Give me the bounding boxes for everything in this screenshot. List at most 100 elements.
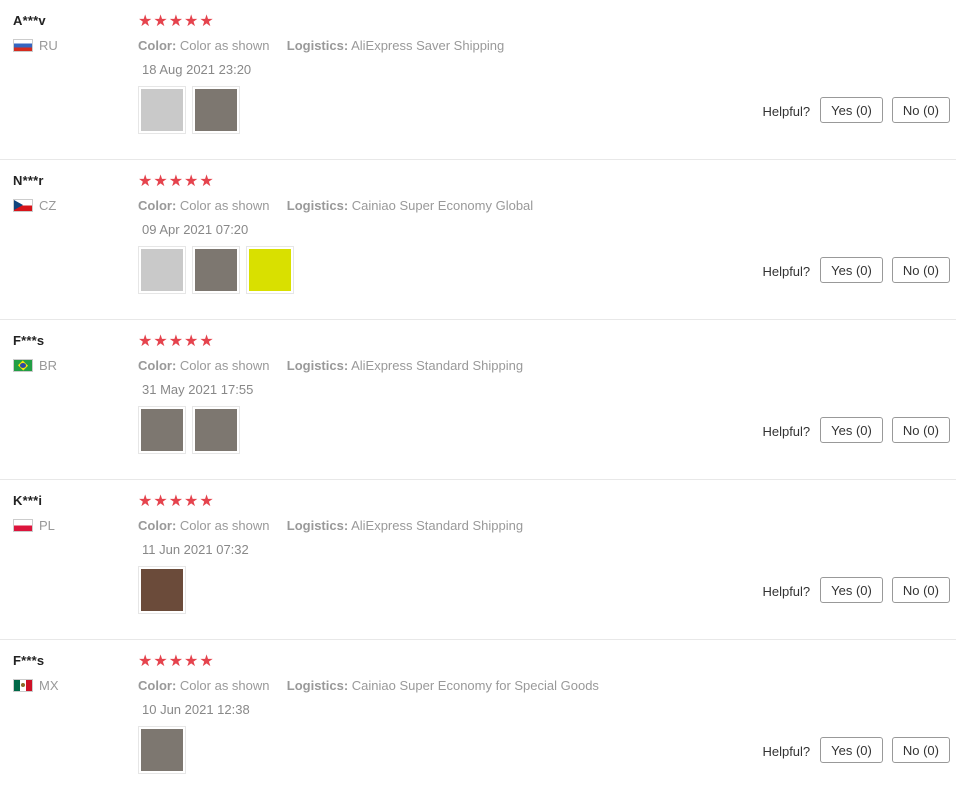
logistics-label: Logistics: (286, 518, 349, 533)
helpful-vote: Helpful? Yes (0) No (0) (762, 97, 950, 123)
star-icon: ★ (138, 173, 153, 190)
reviewer-country: BR (13, 358, 57, 373)
helpful-no-button[interactable]: No (0) (891, 257, 950, 283)
logistics-label: Logistics: (286, 358, 349, 373)
helpful-yes-button[interactable]: Yes (0) (820, 97, 883, 123)
helpful-label: Helpful? (762, 584, 811, 599)
star-icon: ★ (199, 173, 214, 190)
star-rating: ★ ★ ★ ★ ★ (138, 653, 956, 671)
review-item: F***s MX ★ ★ ★ ★ ★ Color: Color as shown Log… (0, 640, 956, 800)
logistics-value: AliExpress Standard Shipping (351, 518, 524, 533)
review-photo-thumbnail[interactable] (138, 566, 186, 614)
reviewer-name: N***r (13, 173, 44, 188)
review-photo-thumbnail[interactable] (246, 246, 294, 294)
star-icon: ★ (153, 333, 168, 350)
helpful-yes-button[interactable]: Yes (0) (820, 737, 883, 763)
country-code: CZ (39, 198, 57, 213)
star-icon: ★ (153, 13, 168, 30)
logistics-value: AliExpress Standard Shipping (351, 358, 524, 373)
review-item: N***r CZ ★ ★ ★ ★ ★ Color: Color as shown Log… (0, 160, 956, 320)
color-label: Color: (138, 358, 177, 373)
country-code: PL (39, 518, 55, 533)
review-list: A***v RU ★ ★ ★ ★ ★ Color: Color as shown Log… (0, 0, 969, 800)
country-code: BR (39, 358, 58, 373)
review-meta: Color: Color as shown Logistics: Cainiao… (138, 678, 956, 693)
review-photo-thumbnail[interactable] (138, 86, 186, 134)
review-photo-thumbnail[interactable] (192, 406, 240, 454)
star-icon: ★ (138, 493, 153, 510)
star-icon: ★ (168, 13, 184, 30)
color-value: Color as shown (179, 358, 270, 373)
helpful-label: Helpful? (762, 104, 811, 119)
helpful-no-button[interactable]: No (0) (891, 737, 950, 763)
review-meta: Color: Color as shown Logistics: AliExpr… (138, 38, 956, 53)
review-item: K***i PL ★ ★ ★ ★ ★ Color: Color as shown Log… (0, 480, 956, 640)
star-rating: ★ ★ ★ ★ ★ (138, 173, 956, 191)
helpful-label: Helpful? (762, 744, 811, 759)
helpful-yes-button[interactable]: Yes (0) (820, 417, 883, 443)
review-date: 11 Jun 2021 07:32 (142, 542, 249, 557)
review-date: 10 Jun 2021 12:38 (142, 702, 250, 717)
star-icon: ★ (199, 333, 214, 350)
country-flag-icon (13, 519, 33, 532)
review-date: 31 May 2021 17:55 (142, 382, 254, 397)
review-item: F***s BR ★ ★ ★ ★ ★ Color: Color as shown Log… (0, 320, 956, 480)
photo-image (141, 89, 183, 131)
star-icon: ★ (138, 653, 153, 670)
photo-image (141, 569, 183, 611)
star-icon: ★ (199, 493, 214, 510)
logistics-value: Cainiao Super Economy Global (351, 198, 534, 213)
reviewer-name: K***i (13, 493, 43, 508)
helpful-no-button[interactable]: No (0) (891, 97, 950, 123)
helpful-vote: Helpful? Yes (0) No (0) (762, 257, 950, 283)
photo-image (195, 249, 237, 291)
review-photo-thumbnail[interactable] (192, 86, 240, 134)
star-icon: ★ (168, 333, 184, 350)
helpful-yes-button[interactable]: Yes (0) (820, 257, 883, 283)
reviewer-name: F***s (13, 333, 45, 348)
helpful-no-button[interactable]: No (0) (891, 417, 950, 443)
logistics-value: AliExpress Saver Shipping (351, 38, 505, 53)
review-date: 18 Aug 2021 23:20 (142, 62, 252, 77)
logistics-value: Cainiao Super Economy for Special Goods (351, 678, 599, 693)
color-label: Color: (138, 678, 177, 693)
country-flag-icon (13, 39, 33, 52)
star-icon: ★ (184, 333, 199, 350)
photo-image (141, 249, 183, 291)
reviewer-name: F***s (13, 653, 45, 668)
helpful-no-button[interactable]: No (0) (891, 577, 950, 603)
color-value: Color as shown (179, 518, 270, 533)
review-photo-thumbnail[interactable] (138, 406, 186, 454)
review-meta: Color: Color as shown Logistics: AliExpr… (138, 358, 956, 373)
logistics-label: Logistics: (286, 198, 349, 213)
reviewer-info: A***v RU (13, 13, 58, 53)
star-icon: ★ (168, 493, 184, 510)
helpful-vote: Helpful? Yes (0) No (0) (762, 417, 950, 443)
country-flag-icon (13, 359, 33, 372)
photo-image (195, 89, 237, 131)
reviewer-info: K***i PL (13, 493, 55, 533)
star-rating: ★ ★ ★ ★ ★ (138, 13, 956, 31)
color-value: Color as shown (179, 198, 270, 213)
reviewer-country: CZ (13, 198, 56, 213)
reviewer-country: RU (13, 38, 58, 53)
review-photo-thumbnail[interactable] (138, 246, 186, 294)
helpful-vote: Helpful? Yes (0) No (0) (762, 737, 950, 763)
review-photo-thumbnail[interactable] (138, 726, 186, 774)
review-date: 09 Apr 2021 07:20 (142, 222, 249, 237)
logistics-label: Logistics: (286, 678, 349, 693)
country-flag-icon (13, 199, 33, 212)
review-meta: Color: Color as shown Logistics: AliExpr… (138, 518, 956, 533)
reviewer-country: MX (13, 678, 59, 693)
review-item: A***v RU ★ ★ ★ ★ ★ Color: Color as shown Log… (0, 0, 956, 160)
star-icon: ★ (153, 493, 168, 510)
helpful-yes-button[interactable]: Yes (0) (820, 577, 883, 603)
review-photo-thumbnail[interactable] (192, 246, 240, 294)
star-icon: ★ (168, 653, 184, 670)
color-value: Color as shown (179, 678, 270, 693)
logistics-label: Logistics: (286, 38, 349, 53)
color-label: Color: (138, 198, 177, 213)
star-icon: ★ (168, 173, 184, 190)
star-icon: ★ (199, 13, 214, 30)
helpful-vote: Helpful? Yes (0) No (0) (762, 577, 950, 603)
